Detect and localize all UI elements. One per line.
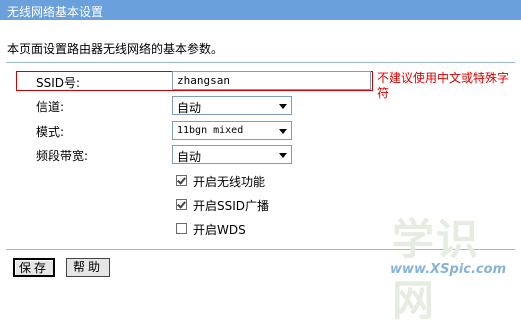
chevron-down-icon: [279, 153, 287, 158]
title-bar: 无线网络基本设置: [0, 0, 521, 20]
help-button[interactable]: 帮助: [66, 258, 110, 277]
ssid-broadcast-checkbox[interactable]: [176, 199, 187, 210]
watermark-url: www.XSpic.com: [390, 262, 507, 277]
wds-enable-checkbox[interactable]: [176, 223, 187, 234]
mode-value: 11bgn mixed: [177, 125, 244, 136]
wds-enable-label: 开启WDS: [193, 223, 246, 237]
channel-label: 信道:: [36, 100, 65, 114]
checkmark-icon: [177, 175, 186, 185]
chevron-down-icon: [279, 129, 287, 134]
bandwidth-label: 频段带宽:: [36, 149, 89, 163]
mode-label: 模式:: [36, 125, 65, 139]
channel-value: 自动: [177, 101, 202, 115]
ssid-label: SSID号:: [36, 76, 81, 90]
mode-select[interactable]: 11bgn mixed: [172, 121, 292, 140]
ssid-broadcast-label: 开启SSID广播: [193, 199, 270, 213]
wireless-enable-label: 开启无线功能: [193, 175, 266, 189]
save-button[interactable]: 保存: [13, 258, 55, 277]
window-title: 无线网络基本设置: [7, 5, 104, 19]
bandwidth-select[interactable]: 自动: [172, 145, 292, 164]
bandwidth-value: 自动: [177, 150, 202, 164]
checkmark-icon: [177, 199, 186, 209]
ssid-warning-note: 不建议使用中文或特殊字符: [377, 71, 510, 100]
intro-text: 本页面设置路由器无线网络的基本参数。: [7, 42, 224, 56]
divider-top: [6, 62, 515, 63]
wireless-enable-checkbox[interactable]: [176, 175, 187, 186]
chevron-down-icon: [279, 104, 287, 109]
ssid-input[interactable]: zhangsan: [172, 71, 371, 90]
channel-select[interactable]: 自动: [172, 96, 292, 115]
